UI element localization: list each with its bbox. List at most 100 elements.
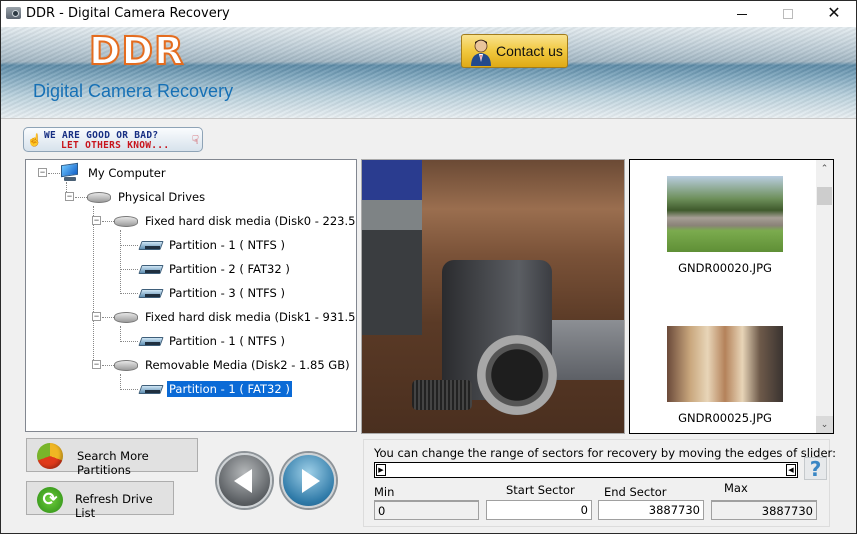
expander-disk1[interactable]: −: [92, 312, 101, 321]
previous-button[interactable]: [217, 453, 272, 508]
tree-connector: [120, 230, 121, 294]
close-button[interactable]: ✕: [811, 1, 857, 27]
feedback-badge[interactable]: ☝ WE ARE GOOD OR BAD? LET OTHERS KNOW...…: [23, 127, 203, 152]
tree-node-disk0-partition-2[interactable]: Partition - 2 ( FAT32 ): [139, 259, 292, 279]
camera-app-icon: [6, 7, 21, 19]
partition-icon: [139, 264, 161, 274]
expander-disk0[interactable]: −: [92, 216, 101, 225]
app-name: Digital Camera Recovery: [33, 81, 234, 101]
person-icon: [471, 39, 491, 66]
tree-node-disk0-partition-1[interactable]: Partition - 1 ( NTFS ): [139, 235, 287, 255]
app-window: DDR - Digital Camera Recovery ✕ DDR Digi…: [0, 0, 857, 534]
help-button[interactable]: ?: [804, 457, 827, 480]
refresh-drive-list-button[interactable]: ⟳ Refresh Drive List: [26, 481, 174, 520]
feedback-line-2: LET OTHERS KNOW...: [61, 140, 170, 151]
preview-strap-shape: [412, 380, 472, 410]
sector-range-hint: You can change the range of sectors for …: [374, 446, 836, 460]
tree-node-disk2[interactable]: Removable Media (Disk2 - 1.85 GB): [113, 355, 352, 375]
minimize-icon: [737, 13, 747, 15]
tree-node-label: Partition - 1 ( FAT32 ): [166, 380, 293, 398]
preview-lens-shape: [477, 335, 557, 415]
tree-connector: [93, 206, 94, 368]
next-button[interactable]: [281, 453, 336, 508]
tree-connector: [120, 374, 121, 390]
thumbnail-item[interactable]: GNDR00020.JPG: [667, 176, 783, 275]
end-sector-input[interactable]: 3887730: [598, 500, 704, 520]
max-label: Max: [724, 481, 748, 495]
tree-node-label: Physical Drives: [118, 190, 206, 204]
tree-node-label: Partition - 1 ( NTFS ): [169, 238, 285, 252]
refresh-drive-list-label: Refresh Drive List: [75, 492, 153, 520]
partition-icon: [139, 384, 161, 394]
tree-connector: [120, 293, 138, 294]
tree-node-disk1[interactable]: Fixed hard disk media (Disk1 - 931.51 GB…: [113, 307, 356, 327]
partition-icon: [139, 240, 161, 250]
maximize-button[interactable]: [765, 1, 811, 27]
search-more-partitions-label: Search More Partitions: [77, 449, 149, 477]
tree-node-label: Partition - 3 ( NTFS ): [169, 286, 285, 300]
ddr-logo: DDR: [88, 28, 185, 74]
scrollbar-thumb[interactable]: [817, 187, 832, 205]
hdd-icon: [86, 191, 111, 203]
max-sector-field: 3887730: [711, 500, 817, 520]
tree-node-disk0[interactable]: Fixed hard disk media (Disk0 - 223.58 GB…: [113, 211, 356, 231]
tree-node-label: Fixed hard disk media (Disk1 - 931.51 GB…: [145, 310, 356, 324]
tree-connector: [120, 269, 138, 270]
close-icon: ✕: [827, 5, 841, 22]
thumbnail-image: [667, 176, 783, 252]
tree-node-my-computer[interactable]: My Computer: [60, 162, 168, 183]
partition-icon: [139, 288, 161, 298]
tree-node-disk0-partition-3[interactable]: Partition - 3 ( NTFS ): [139, 283, 287, 303]
search-more-partitions-button[interactable]: Search More Partitions: [26, 438, 198, 477]
tree-connector: [120, 341, 138, 342]
maximize-icon: [783, 9, 793, 19]
contact-us-button[interactable]: Contact us: [461, 34, 568, 68]
sector-range-slider[interactable]: ▶ ◀: [374, 462, 798, 478]
tree-node-disk1-partition-1[interactable]: Partition - 1 ( NTFS ): [139, 331, 287, 351]
scroll-up-icon[interactable]: ⌃: [816, 160, 833, 177]
tree-node-disk2-partition-1[interactable]: Partition - 1 ( FAT32 ): [139, 379, 293, 399]
hdd-icon: [113, 215, 138, 227]
tree-node-label: My Computer: [88, 166, 166, 180]
tree-node-physical-drives[interactable]: Physical Drives: [86, 187, 207, 207]
preview-camcorder-side: [552, 320, 624, 380]
vertical-scrollbar[interactable]: ⌃ ⌄: [816, 160, 833, 433]
hdd-icon: [113, 311, 138, 323]
recovered-files-list[interactable]: GNDR00020.JPG GNDR00025.JPG ⌃ ⌄: [629, 159, 834, 434]
thumbnail-filename: GNDR00025.JPG: [678, 411, 772, 425]
preview-laptop-shape: [362, 160, 422, 335]
tree-node-label: Fixed hard disk media (Disk0 - 223.58 GB…: [145, 214, 356, 228]
tree-connector: [48, 173, 60, 174]
expander-my-computer[interactable]: −: [38, 168, 47, 177]
contact-us-label: Contact us: [496, 43, 563, 59]
sector-range-group: You can change the range of sectors for …: [363, 439, 836, 527]
drive-tree[interactable]: − − − − − My Computer Physical Drives Fi…: [25, 159, 357, 432]
thumbnail-item[interactable]: GNDR00025.JPG: [667, 326, 783, 425]
photo-preview: [361, 159, 625, 434]
thumbs-down-icon: ☟: [191, 133, 199, 147]
thumbs-up-icon: ☝: [27, 133, 42, 147]
header-banner: DDR Digital Camera Recovery Contact us: [1, 27, 856, 119]
tree-node-label: Removable Media (Disk2 - 1.85 GB): [145, 358, 350, 372]
tree-connector: [120, 326, 121, 342]
arrow-left-icon: [233, 468, 252, 493]
tree-connector: [120, 245, 138, 246]
tree-connector: [120, 389, 138, 390]
hdd-icon: [113, 359, 138, 371]
refresh-icon: ⟳: [37, 487, 63, 513]
computer-icon: [60, 162, 80, 182]
thumbnail-image: [667, 326, 783, 402]
scroll-down-icon[interactable]: ⌄: [816, 416, 833, 433]
expander-disk2[interactable]: −: [92, 360, 101, 369]
min-sector-field: 0: [374, 500, 479, 520]
window-title: DDR - Digital Camera Recovery: [26, 6, 230, 21]
expander-physical-drives[interactable]: −: [65, 192, 74, 201]
minimize-button[interactable]: [719, 1, 765, 27]
tree-node-label: Partition - 1 ( NTFS ): [169, 334, 285, 348]
start-sector-label: Start Sector: [506, 483, 575, 497]
slider-start-handle[interactable]: ▶: [376, 464, 386, 476]
slider-end-handle[interactable]: ◀: [786, 464, 796, 476]
min-label: Min: [374, 485, 395, 499]
partition-icon: [139, 336, 161, 346]
start-sector-input[interactable]: 0: [486, 500, 592, 520]
